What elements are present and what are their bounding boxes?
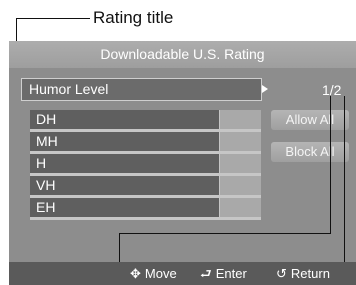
move-label: Move xyxy=(144,266,177,281)
rating-row-label: DH xyxy=(30,110,219,129)
block-checkbox[interactable] xyxy=(220,132,261,151)
block-checkbox[interactable] xyxy=(220,176,261,195)
move-hint: ✥ Move xyxy=(130,262,177,285)
enter-label: Enter xyxy=(215,266,247,281)
block-checkbox[interactable] xyxy=(220,154,261,173)
return-icon: ↺ xyxy=(276,266,287,281)
window-title: Downloadable U.S. Rating xyxy=(9,41,356,68)
right-arrow-icon[interactable] xyxy=(262,85,268,93)
rating-row[interactable]: H xyxy=(30,154,261,173)
return-hint: ↺ Return xyxy=(276,262,330,285)
rating-row[interactable]: VH xyxy=(30,176,261,195)
page-indicator: 1/2 xyxy=(322,82,342,98)
rating-row-label: H xyxy=(30,154,219,173)
enter-hint: ⮐ Enter xyxy=(200,262,247,285)
return-label: Return xyxy=(290,266,330,281)
enter-icon: ⮐ xyxy=(200,266,212,281)
rating-row-label: VH xyxy=(30,176,219,195)
rating-row[interactable]: DH xyxy=(30,110,261,129)
rating-list: DH MH H VH EH xyxy=(30,110,261,220)
rating-row[interactable]: MH xyxy=(30,132,261,151)
rating-row-label: MH xyxy=(30,132,219,151)
block-checkbox[interactable] xyxy=(220,110,261,129)
status-bar: ✥ Move ⮐ Enter ↺ Return xyxy=(9,262,356,285)
allow-all-button[interactable]: Allow All xyxy=(271,110,349,130)
rating-row[interactable]: EH xyxy=(30,198,261,217)
callout-pointer-far-right xyxy=(344,96,345,285)
block-all-button[interactable]: Block All xyxy=(271,142,349,162)
four-way-arrow-icon: ✥ xyxy=(130,266,141,281)
callout-leader-top xyxy=(16,18,90,19)
rating-row-label: EH xyxy=(30,198,219,217)
block-checkbox[interactable] xyxy=(220,198,261,217)
callout-pointer-right-page xyxy=(330,96,331,234)
callout-pointer-horizontal xyxy=(119,233,330,234)
rating-title-selector[interactable]: Humor Level xyxy=(21,78,262,101)
callout-label: Rating title xyxy=(93,8,174,27)
